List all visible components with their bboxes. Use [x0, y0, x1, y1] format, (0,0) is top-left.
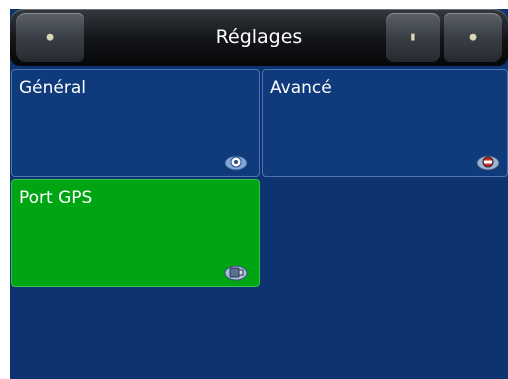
close-icon: ● — [469, 32, 477, 42]
close-button[interactable]: ● — [444, 13, 502, 62]
title-bar: ● ▮ ● Réglages — [10, 9, 508, 66]
menu-button[interactable]: ▮ — [386, 13, 440, 62]
tile-advanced[interactable]: Avancé — [262, 69, 508, 177]
general-settings-icon — [223, 152, 249, 172]
tile-gps-port[interactable]: Port GPS — [11, 179, 260, 287]
tile-advanced-label: Avancé — [270, 78, 332, 98]
back-button[interactable]: ● — [16, 13, 84, 62]
tile-general[interactable]: Général — [11, 69, 260, 177]
tile-gps-port-label: Port GPS — [19, 188, 93, 208]
settings-screen: ● ▮ ● Réglages Général Avancé Port GPS — [10, 9, 508, 379]
menu-icon: ▮ — [410, 32, 416, 42]
gps-port-icon — [223, 262, 249, 282]
tile-general-label: Général — [19, 78, 86, 98]
back-icon: ● — [46, 32, 54, 42]
advanced-settings-icon — [475, 152, 501, 172]
